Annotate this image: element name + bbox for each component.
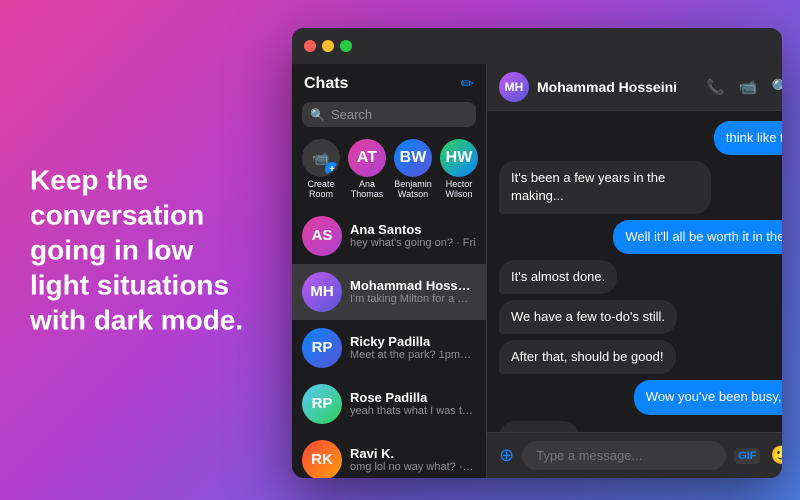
message-bubble-received: After that, should be good!: [499, 340, 676, 374]
compose-icon[interactable]: ✏: [461, 74, 474, 94]
tagline: Keep the conversation going in low light…: [30, 163, 260, 338]
chat-info-ravi: Ravi K. omg lol no way what? · Fri: [350, 446, 476, 473]
chat-info-ricky: Ricky Padilla Meet at the park? 1pm? · F…: [350, 334, 476, 361]
chat-item-mohammad[interactable]: MH Mohammad Hosseini I'm taking Milton f…: [292, 264, 486, 320]
story-name-create: Create Room: [302, 180, 340, 200]
chat-avatar-mohammad: MH: [302, 272, 342, 312]
story-name-benjamin: Benjamin Watson: [394, 180, 432, 200]
chat-avatar-rose: RP: [302, 384, 342, 424]
story-avatar-benjamin: BW: [394, 139, 432, 177]
sidebar-title: Chats: [304, 75, 348, 93]
plus-badge: +: [325, 162, 339, 176]
maximize-button[interactable]: [340, 40, 352, 52]
add-icon[interactable]: ⊕: [499, 445, 514, 466]
chat-item-ravi[interactable]: RK Ravi K. omg lol no way what? · Fri: [292, 432, 486, 478]
story-name-ana: Ana Thomas: [348, 180, 386, 200]
story-avatar-hector: HW: [440, 139, 478, 177]
chat-preview: hey what's going on? · Fri: [350, 237, 476, 249]
chat-list: AS Ana Santos hey what's going on? · Fri…: [292, 208, 486, 478]
message-bubble-received: Haha yea: [499, 421, 579, 433]
message-bubble-received: It's been a few years in the making...: [499, 161, 711, 213]
story-item-create[interactable]: 📹 + Create Room: [302, 139, 340, 200]
story-avatar-ana: AT: [348, 139, 386, 177]
messages-container: think like thisss It's been a few years …: [487, 111, 782, 432]
chat-info-rose: Rose Padilla yeah thats what I was talki…: [350, 390, 476, 417]
message-bubble-sent: think like thisss: [714, 121, 782, 155]
chat-header-name: Mohammad Hosseini: [537, 79, 698, 95]
chat-preview: omg lol no way what? · Fri: [350, 461, 476, 473]
create-room-avatar: 📹 +: [302, 139, 340, 177]
phone-icon[interactable]: 📞: [706, 78, 725, 96]
close-button[interactable]: [304, 40, 316, 52]
sticker-icon[interactable]: 🙂: [770, 445, 782, 466]
chat-header-avatar: MH: [499, 72, 529, 102]
chat-area: MH Mohammad Hosseini 📞 📹 🔍 ··· think lik…: [487, 64, 782, 478]
chat-name: Rose Padilla: [350, 390, 476, 405]
message-bubble-sent: Wow you've been busy, I see: [634, 380, 782, 414]
message-bubble-sent: Well it'll all be worth it in the end.: [613, 220, 782, 254]
chat-info-ana-santos: Ana Santos hey what's going on? · Fri: [350, 222, 476, 249]
chat-name: Ravi K.: [350, 446, 476, 461]
chat-item-ricky[interactable]: RP Ricky Padilla Meet at the park? 1pm? …: [292, 320, 486, 376]
chat-header: MH Mohammad Hosseini 📞 📹 🔍 ···: [487, 64, 782, 111]
chat-avatar-ravi: RK: [302, 440, 342, 478]
traffic-lights: [304, 40, 352, 52]
app-body: Chats ✏ 🔍 Search 📹 + Create Room AT: [292, 64, 782, 478]
search-header-icon[interactable]: 🔍: [772, 78, 782, 96]
search-icon: 🔍: [310, 108, 325, 122]
title-bar: [292, 28, 782, 64]
chat-info-mohammad: Mohammad Hosseini I'm taking Milton for …: [350, 278, 476, 305]
story-row: 📹 + Create Room AT Ana Thomas BW Benjami…: [292, 135, 486, 208]
search-bar[interactable]: 🔍 Search: [302, 102, 476, 127]
chat-preview: I'm taking Milton for a walk... · Fri: [350, 293, 476, 305]
story-item-hector[interactable]: HW Hector Wilson: [440, 139, 478, 200]
sidebar-header: Chats ✏: [292, 64, 486, 102]
minimize-button[interactable]: [322, 40, 334, 52]
sidebar: Chats ✏ 🔍 Search 📹 + Create Room AT: [292, 64, 487, 478]
story-name-hector: Hector Wilson: [440, 180, 478, 200]
mac-window: Chats ✏ 🔍 Search 📹 + Create Room AT: [292, 28, 782, 478]
chat-name: Ana Santos: [350, 222, 476, 237]
gif-icon[interactable]: GIF: [734, 448, 760, 464]
message-input[interactable]: [522, 441, 726, 470]
story-item-benjamin[interactable]: BW Benjamin Watson: [394, 139, 432, 200]
message-bubble-received: It's almost done.: [499, 260, 617, 294]
header-icons: 📞 📹 🔍 ···: [706, 77, 782, 98]
chat-preview: Meet at the park? 1pm? · Fri: [350, 349, 476, 361]
chat-name: Mohammad Hosseini: [350, 278, 476, 293]
chat-avatar-ana-santos: AS: [302, 216, 342, 256]
chat-item-rose[interactable]: RP Rose Padilla yeah thats what I was ta…: [292, 376, 486, 432]
chat-item-ana-santos[interactable]: AS Ana Santos hey what's going on? · Fri: [292, 208, 486, 264]
story-item-ana[interactable]: AT Ana Thomas: [348, 139, 386, 200]
input-bar: ⊕ GIF 🙂 👍: [487, 432, 782, 478]
search-placeholder: Search: [331, 107, 372, 122]
chat-name: Ricky Padilla: [350, 334, 476, 349]
chat-avatar-ricky: RP: [302, 328, 342, 368]
message-bubble-received: We have a few to-do's still.: [499, 300, 677, 334]
input-right-icons: GIF 🙂 👍: [734, 445, 782, 466]
video-icon[interactable]: 📹: [739, 78, 758, 96]
chat-preview: yeah thats what I was talking a... · Fri: [350, 405, 476, 417]
